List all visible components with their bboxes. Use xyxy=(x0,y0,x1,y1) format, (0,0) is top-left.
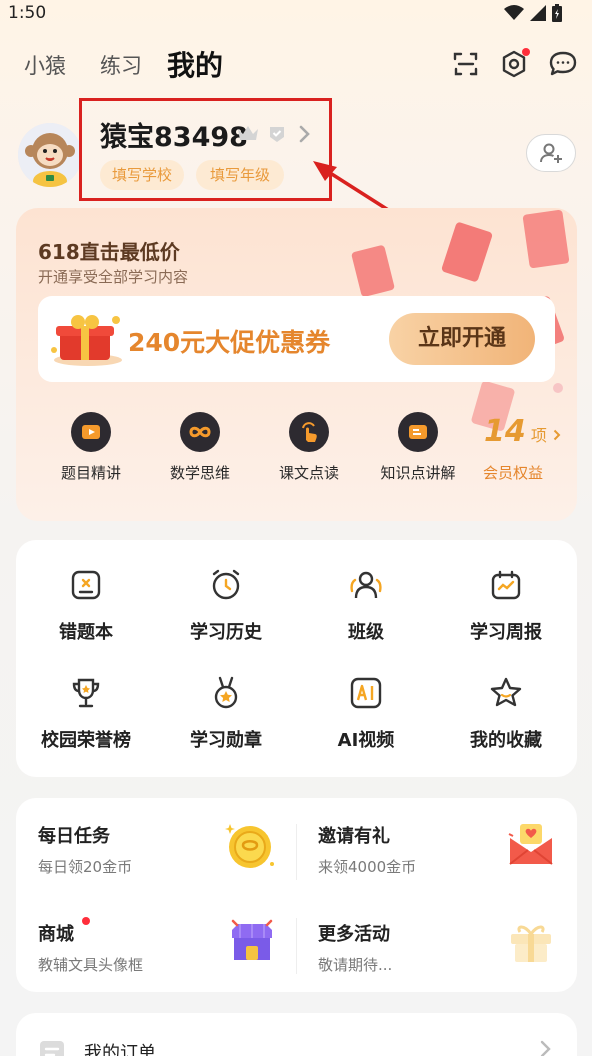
activity-subtitle: 每日领20金币 xyxy=(38,858,133,876)
add-user-icon xyxy=(540,143,562,163)
coin-icon xyxy=(225,824,274,868)
coupon-gift-icon xyxy=(51,315,122,366)
settings-badge-dot xyxy=(522,48,530,56)
trophy-icon xyxy=(72,678,100,708)
scan-icon[interactable] xyxy=(450,48,482,80)
promo-subtitle: 开通享受全部学习内容 xyxy=(38,268,189,286)
coupon-banner[interactable]: 240元大促优惠券 立即开通 xyxy=(38,296,555,382)
star-icon xyxy=(490,677,522,707)
activity-title: 每日任务 xyxy=(38,826,110,847)
clock-icon xyxy=(212,569,240,600)
divider xyxy=(296,824,297,880)
tool-label: 错题本 xyxy=(59,622,113,643)
tool-mistake-book[interactable]: 错题本 xyxy=(26,568,146,644)
activity-title: 邀请有礼 xyxy=(318,826,390,847)
chevron-right-icon xyxy=(553,429,561,441)
more-activities-item[interactable]: 更多活动 敬请期待... xyxy=(318,920,392,975)
tool-favorites[interactable]: 我的收藏 xyxy=(446,676,566,752)
status-bar: 1:50 xyxy=(0,0,592,28)
benefit-question-explain[interactable]: 题目精讲 xyxy=(46,412,136,483)
settings-icon[interactable] xyxy=(498,48,530,80)
benefit-knowledge-explain[interactable]: 知识点讲解 xyxy=(368,412,468,483)
status-time: 1:50 xyxy=(8,3,47,23)
calendar-icon xyxy=(491,570,521,600)
activity-subtitle: 来领4000金币 xyxy=(318,858,417,876)
tool-weekly-report[interactable]: 学习周报 xyxy=(446,568,566,644)
benefit-label: 题目精讲 xyxy=(60,464,121,482)
member-benefits-link[interactable]: 14 项 会员权益 xyxy=(483,414,561,482)
vip-promo-card[interactable]: 618直击最低价 开通享受全部学习内容 240元大促优惠券 立即开通 题目精讲 … xyxy=(16,208,577,521)
gift-icon xyxy=(511,925,551,962)
infinity-icon xyxy=(180,412,220,452)
play-icon xyxy=(71,412,111,452)
ai-icon xyxy=(350,677,382,709)
activity-subtitle: 敬请期待... xyxy=(318,956,393,974)
tool-class[interactable]: 班级 xyxy=(306,568,426,644)
shop-icon xyxy=(231,919,273,960)
member-benefits-label: 会员权益 xyxy=(483,464,544,482)
activity-title: 更多活动 xyxy=(318,924,390,945)
promo-title: 618直击最低价 xyxy=(38,240,180,264)
tool-honor-board[interactable]: 校园荣誉榜 xyxy=(26,676,146,752)
benefit-label: 课文点读 xyxy=(278,464,339,482)
invite-item[interactable]: 邀请有礼 来领4000金币 xyxy=(318,822,416,877)
benefit-count: 14 xyxy=(484,414,526,449)
daily-task-item[interactable]: 每日任务 每日领20金币 xyxy=(38,822,132,877)
order-icon xyxy=(40,1041,64,1056)
chevron-right-icon xyxy=(540,1040,551,1056)
tool-study-medal[interactable]: 学习勋章 xyxy=(166,676,286,752)
class-icon xyxy=(350,571,382,599)
tool-label: 学习周报 xyxy=(470,622,542,643)
tool-ai-video[interactable]: AI视频 xyxy=(306,676,426,752)
tool-label: 学习历史 xyxy=(190,622,262,643)
tool-label: AI视频 xyxy=(337,730,395,751)
tab-practice[interactable]: 练习 xyxy=(100,50,142,80)
signal-icon xyxy=(530,5,546,21)
book-icon xyxy=(398,412,438,452)
tool-label: 我的收藏 xyxy=(470,730,542,751)
tool-label: 学习勋章 xyxy=(190,730,262,751)
tool-label: 校园荣誉榜 xyxy=(41,730,131,751)
tap-icon xyxy=(289,412,329,452)
benefit-unit: 项 xyxy=(530,426,547,445)
activity-subtitle: 教辅文具头像框 xyxy=(38,956,144,974)
divider xyxy=(296,918,297,974)
avatar[interactable] xyxy=(18,123,82,187)
medal-icon xyxy=(214,676,238,709)
shop-badge-dot xyxy=(82,917,90,925)
shop-item[interactable]: 商城 教辅文具头像框 xyxy=(38,920,143,975)
my-orders-label: 我的订单 xyxy=(84,1043,156,1056)
tool-label: 班级 xyxy=(348,622,384,643)
annotation-highlight-box xyxy=(79,98,332,201)
message-icon[interactable] xyxy=(547,48,579,80)
tool-study-history[interactable]: 学习历史 xyxy=(166,568,286,644)
tools-grid: 错题本 学习历史 班级 学习周报 校园荣誉榜 学习勋章 AI视频 我的收藏 xyxy=(16,540,577,777)
wifi-icon xyxy=(504,5,524,20)
envelope-icon xyxy=(508,824,553,865)
open-vip-button[interactable]: 立即开通 xyxy=(389,313,535,365)
benefit-label: 数学思维 xyxy=(169,464,230,482)
mistake-book-icon xyxy=(71,570,101,600)
activities-card: 每日任务 每日领20金币 邀请有礼 来领4000金币 商城 教辅文具头像框 更多… xyxy=(16,798,577,992)
my-orders-row[interactable]: 我的订单 xyxy=(16,1013,577,1056)
activity-title: 商城 xyxy=(38,924,74,945)
status-icons xyxy=(504,4,562,22)
add-friend-button[interactable] xyxy=(526,134,576,172)
battery-icon xyxy=(552,4,562,22)
benefit-label: 知识点讲解 xyxy=(380,464,456,482)
benefit-math-thinking[interactable]: 数学思维 xyxy=(155,412,245,483)
coupon-text: 240元大促优惠券 xyxy=(128,328,331,357)
top-nav: 小猿 练习 我的 xyxy=(0,38,592,88)
tab-mine[interactable]: 我的 xyxy=(167,44,223,84)
benefit-text-reading[interactable]: 课文点读 xyxy=(264,412,354,483)
tab-xiaoyuan[interactable]: 小猿 xyxy=(24,50,66,80)
